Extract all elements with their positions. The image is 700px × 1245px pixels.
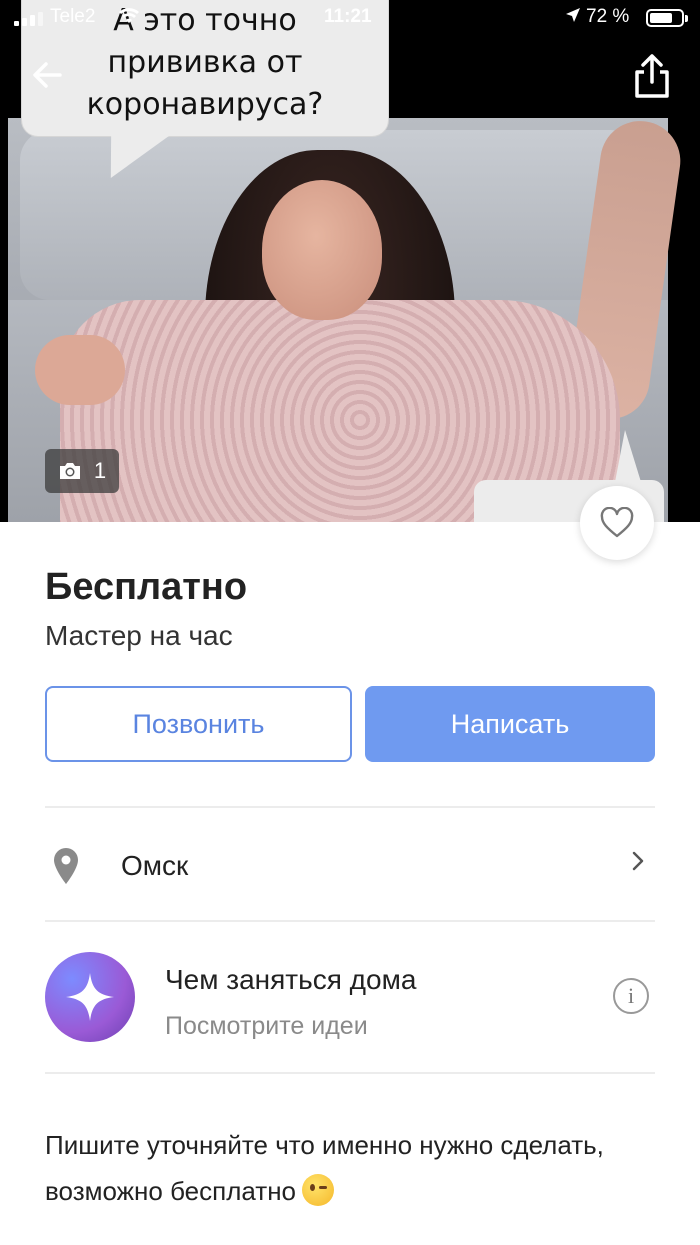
battery-percent: 72 % xyxy=(586,6,630,27)
share-button[interactable] xyxy=(630,52,674,100)
listing-price: Бесплатно xyxy=(45,566,248,608)
share-icon xyxy=(635,54,669,98)
back-arrow-icon xyxy=(33,62,62,88)
location-pin-icon xyxy=(51,846,81,891)
status-bar: Tele2 11:21 72 % xyxy=(0,0,700,38)
write-message-button[interactable]: Написать xyxy=(365,686,655,762)
listing-description: Пишите уточняйте что именно нужно сделат… xyxy=(45,1122,665,1214)
meme-speech-bubble-2-tail xyxy=(615,430,641,482)
location-row[interactable]: Омск xyxy=(45,818,655,914)
chevron-right-icon xyxy=(631,848,645,880)
heart-icon xyxy=(600,507,634,538)
promo-title: Чем заняться дома xyxy=(165,964,417,995)
back-button[interactable] xyxy=(30,58,70,98)
photo-counter: 1 xyxy=(45,449,119,493)
wifi-icon xyxy=(118,7,140,30)
divider xyxy=(45,806,655,808)
battery-fill xyxy=(650,13,672,23)
camera-icon xyxy=(59,463,80,479)
photo-count: 1 xyxy=(93,458,107,483)
info-icon[interactable]: i xyxy=(613,978,649,1014)
favorite-button[interactable] xyxy=(580,486,654,560)
location-services-icon xyxy=(564,6,582,29)
promo-banner[interactable]: Чем заняться дома Посмотрите идеи i xyxy=(45,948,655,1048)
city-name: Омск xyxy=(121,850,189,881)
divider xyxy=(45,920,655,922)
wink-emoji-icon xyxy=(302,1174,335,1206)
divider xyxy=(45,1072,655,1074)
clock: 11:21 xyxy=(324,6,372,27)
battery-icon xyxy=(646,9,688,27)
call-button[interactable]: Позвонить xyxy=(45,686,352,762)
photo-face xyxy=(262,180,382,320)
carrier-name: Tele2 xyxy=(50,6,96,27)
signal-icon xyxy=(14,12,43,26)
photo-hand xyxy=(35,335,125,405)
listing-photo[interactable]: А это точно прививка от коронавируса? 1 xyxy=(0,0,700,522)
star-sparkle-icon xyxy=(45,952,135,1042)
listing-category: Мастер на час xyxy=(45,620,233,651)
promo-subtitle: Посмотрите идеи xyxy=(165,1012,368,1040)
